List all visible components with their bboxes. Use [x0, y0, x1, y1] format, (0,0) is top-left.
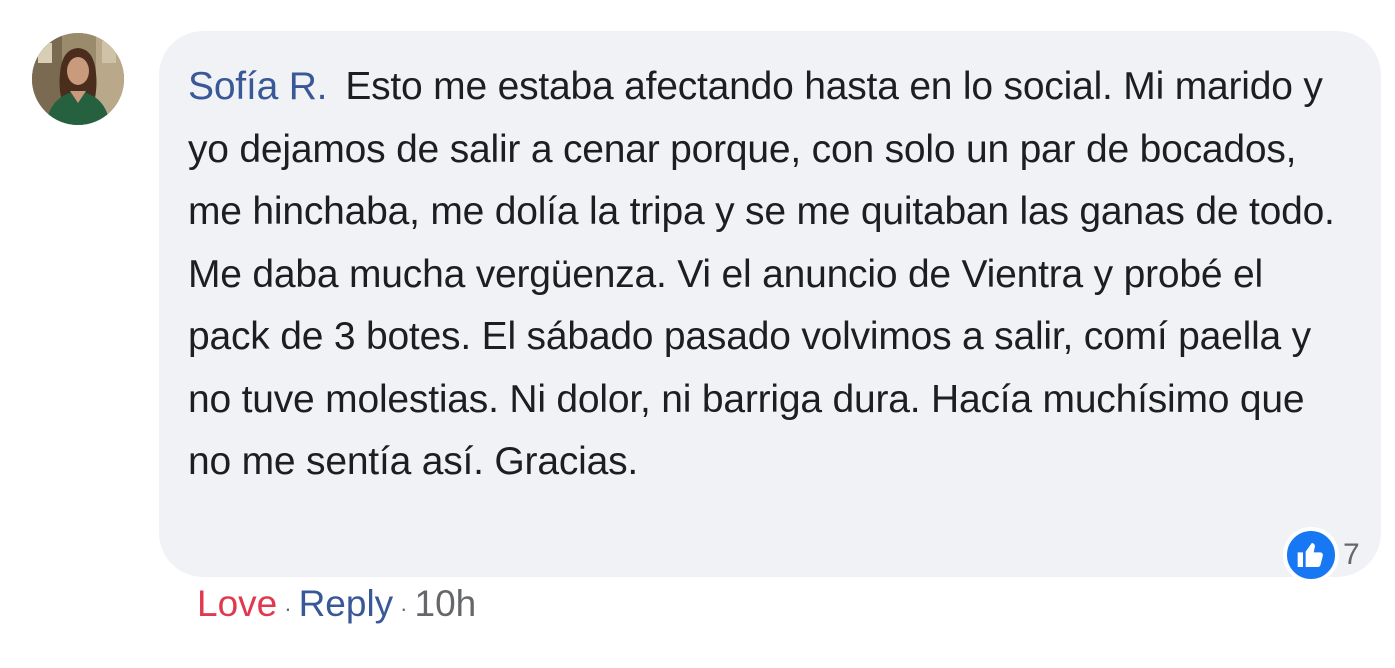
- reply-button[interactable]: Reply: [299, 583, 394, 625]
- separator-dot: ·: [400, 596, 408, 621]
- love-button[interactable]: Love: [197, 583, 277, 625]
- separator-dot: ·: [284, 596, 292, 621]
- comment-actions: Love · Reply · 10h: [197, 583, 476, 625]
- like-reaction: [1283, 527, 1339, 583]
- comment-text: Esto me estaba afectando hasta en lo soc…: [188, 65, 1335, 483]
- thumbs-up-icon: [1297, 543, 1323, 567]
- author-name[interactable]: Sofía R.: [188, 65, 328, 108]
- timestamp[interactable]: 10h: [415, 583, 477, 625]
- comment-bubble: Sofía R. Esto me estaba afectando hasta e…: [159, 31, 1381, 577]
- comment-screen: Sofía R. Esto me estaba afectando hasta e…: [0, 0, 1395, 668]
- avatar-photo: [32, 33, 124, 125]
- reaction-summary[interactable]: 7: [1283, 527, 1360, 583]
- reaction-count: 7: [1343, 538, 1360, 571]
- comment-body: Sofía R. Esto me estaba afectando hasta e…: [188, 56, 1351, 494]
- avatar[interactable]: [32, 33, 124, 125]
